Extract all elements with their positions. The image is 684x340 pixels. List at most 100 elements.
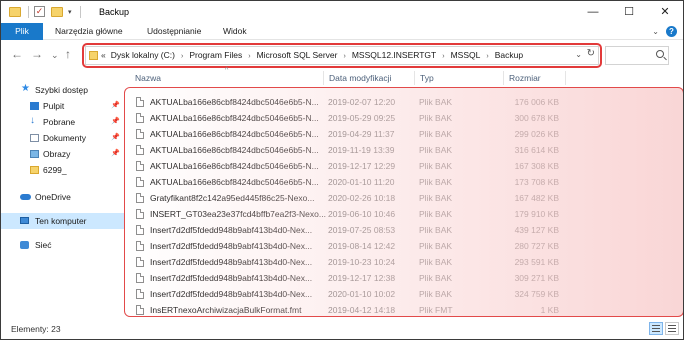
file-name: Gratyfikant8f2c142a95ed445f86c25-Nexo... [150, 193, 315, 203]
ribbon-expand-icon[interactable]: ⌄ [652, 27, 659, 36]
column-header-size[interactable]: Rozmiar [509, 69, 541, 87]
breadcrumb-item[interactable]: Microsoft SQL Server [257, 50, 338, 60]
tab-home[interactable]: Narzędzia główne [55, 23, 123, 40]
file-icon [136, 145, 144, 155]
pin-icon[interactable]: 📌 [111, 114, 120, 130]
close-button[interactable]: ✕ [647, 1, 683, 23]
up-button[interactable]: ↑ [65, 47, 71, 61]
chevron-right-icon[interactable]: › [344, 53, 346, 60]
details-view-button[interactable] [649, 322, 663, 335]
computer-icon [20, 217, 29, 224]
column-divider[interactable] [414, 71, 415, 85]
table-row[interactable]: Insert7d2df5fdedd948b9abf413b4d0-Nex... 2… [127, 286, 683, 302]
explorer-window: ✓ ▾ Backup — ☐ ✕ Plik Narzędzia główne U… [0, 0, 684, 340]
pin-icon[interactable]: 📌 [111, 146, 120, 162]
desktop-icon [30, 102, 39, 110]
recent-locations-button[interactable]: ⌄ [51, 48, 59, 62]
file-date: 2019-04-29 11:37 [328, 129, 395, 139]
tab-view[interactable]: Widok [223, 23, 247, 40]
sidebar-item-documents[interactable]: Dokumenty 📌 [1, 130, 125, 146]
pin-icon[interactable]: 📌 [111, 98, 120, 114]
folder-icon [9, 7, 21, 17]
column-divider[interactable] [323, 71, 324, 85]
file-date: 2020-01-10 11:20 [328, 177, 395, 187]
file-list: AKTUALba166e86cbf8424dbc5046e6b5-N... 201… [127, 87, 683, 319]
help-icon[interactable]: ? [666, 26, 677, 37]
chevron-right-icon[interactable]: › [181, 53, 183, 60]
column-header-type[interactable]: Typ [420, 69, 434, 87]
file-icon [136, 289, 144, 299]
tab-file[interactable]: Plik [1, 23, 43, 40]
sidebar-item-label: Obrazy [43, 149, 71, 159]
file-date: 2020-01-10 10:02 [328, 289, 396, 299]
maximize-button[interactable]: ☐ [611, 1, 647, 23]
table-row[interactable]: AKTUALba166e86cbf8424dbc5046e6b5-N... 201… [127, 94, 683, 110]
chevron-right-icon[interactable]: › [442, 53, 444, 60]
table-row[interactable]: INSERT_GT03ea23e37fcd4bffb7ea2f3-Nexo...… [127, 206, 683, 222]
breadcrumb-item[interactable]: MSSQL [451, 50, 481, 60]
file-size: 309 271 KB [514, 273, 559, 283]
sidebar-item-this-pc[interactable]: Ten komputer [1, 213, 125, 229]
table-row[interactable]: Insert7d2df5fdedd948b9abf413b4d0-Nex... 2… [127, 270, 683, 286]
sidebar-item-label: Dokumenty [43, 133, 86, 143]
table-row[interactable]: AKTUALba166e86cbf8424dbc5046e6b5-N... 201… [127, 126, 683, 142]
forward-button[interactable]: → [31, 47, 43, 61]
breadcrumb-item-current[interactable]: Backup [495, 50, 523, 60]
sidebar-item-folder-6299[interactable]: 6299_ [1, 162, 125, 178]
file-type: Plik BAK [419, 129, 453, 139]
breadcrumb-item[interactable]: Program Files [189, 50, 242, 60]
chevron-right-icon[interactable]: › [248, 53, 250, 60]
table-row[interactable]: AKTUALba166e86cbf8424dbc5046e6b5-N... 202… [127, 174, 683, 190]
column-header-date[interactable]: Data modyfikacji [329, 69, 391, 87]
refresh-icon[interactable]: ↻ [587, 48, 595, 59]
table-row[interactable]: AKTUALba166e86cbf8424dbc5046e6b5-N... 201… [127, 158, 683, 174]
file-icon [136, 305, 144, 315]
sidebar-item-onedrive[interactable]: OneDrive [1, 189, 125, 205]
file-icon [136, 257, 144, 267]
breadcrumb-item[interactable]: MSSQL12.INSERTGT [352, 50, 436, 60]
file-name: AKTUALba166e86cbf8424dbc5046e6b5-N... [150, 161, 319, 171]
table-row[interactable]: InsERTnexoArchiwizacjaBulkFormat.fmt 2019… [127, 302, 683, 318]
sidebar-item-label: Pulpit [43, 101, 65, 111]
file-icon [136, 177, 144, 187]
file-size: 439 127 KB [514, 225, 559, 235]
chevron-right-icon[interactable]: › [486, 53, 488, 60]
table-row[interactable]: AKTUALba166e86cbf8424dbc5046e6b5-N... 201… [127, 142, 683, 158]
back-button[interactable]: ← [11, 47, 23, 61]
sidebar-item-label: 6299_ [43, 165, 67, 175]
address-dropdown-icon[interactable]: ⌄ [575, 50, 582, 59]
large-icons-view-button[interactable] [665, 322, 679, 335]
file-type: Plik BAK [419, 289, 453, 299]
breadcrumb: « Dysk lokalny (C:) › Program Files › Microso… [101, 47, 523, 64]
column-header-name[interactable]: Nazwa [135, 69, 161, 87]
table-row[interactable]: Gratyfikant8f2c142a95ed445f86c25-Nexo...… [127, 190, 683, 206]
sidebar-item-quick-access[interactable]: ★ Szybki dostęp [1, 82, 125, 98]
sidebar-item-downloads[interactable]: ↓ Pobrane 📌 [1, 114, 125, 130]
file-name: Insert7d2df5fdedd948b9abf413b4d0-Nex... [150, 257, 313, 267]
address-bar[interactable]: « Dysk lokalny (C:) › Program Files › Microso… [85, 46, 599, 65]
pin-icon[interactable]: 📌 [111, 130, 120, 146]
sidebar-item-desktop[interactable]: Pulpit 📌 [1, 98, 125, 114]
column-divider[interactable] [565, 71, 566, 85]
search-input[interactable] [605, 46, 669, 65]
sidebar-item-pictures[interactable]: Obrazy 📌 [1, 146, 125, 162]
table-row[interactable]: Insert7d2df5fdedd948b9abf413b4d0-Nex... 2… [127, 238, 683, 254]
column-divider[interactable] [503, 71, 504, 85]
table-row[interactable]: AKTUALba166e86cbf8424dbc5046e6b5-N... 201… [127, 110, 683, 126]
file-type: Plik BAK [419, 161, 453, 171]
file-date: 2019-10-23 10:24 [328, 257, 396, 267]
properties-icon[interactable]: ✓ [34, 6, 45, 17]
table-row[interactable]: Insert7d2df5fdedd948b9abf413b4d0-Nex... 2… [127, 222, 683, 238]
breadcrumb-overflow[interactable]: « [101, 50, 106, 60]
sidebar-item-network[interactable]: Sieć [1, 237, 125, 253]
quick-access-dropdown-icon[interactable]: ▾ [68, 8, 72, 16]
table-row[interactable]: Insert7d2df5fdedd948b9abf413b4d0-Nex... 2… [127, 254, 683, 270]
breadcrumb-item[interactable]: Dysk lokalny (C:) [111, 50, 175, 60]
details-view-icon [652, 325, 660, 326]
tab-share[interactable]: Udostępnianie [147, 23, 201, 40]
minimize-button[interactable]: — [575, 1, 611, 23]
new-folder-icon[interactable] [51, 7, 63, 17]
folder-icon [30, 166, 39, 174]
sidebar-item-label: Ten komputer [35, 216, 87, 226]
status-bar: Elementy: 23 [1, 319, 683, 339]
